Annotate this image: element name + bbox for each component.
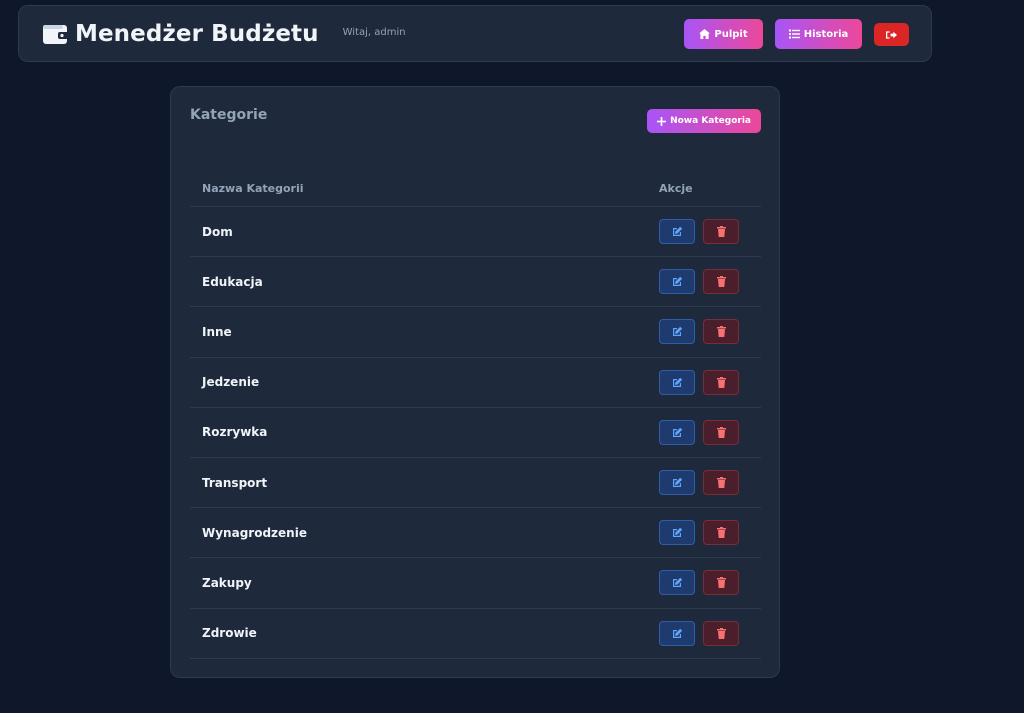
row-actions (659, 319, 739, 345)
table-row: Dom (190, 207, 761, 258)
trash-icon (716, 276, 726, 288)
trash-icon (716, 226, 726, 238)
history-button[interactable]: Historia (775, 19, 862, 49)
delete-button[interactable] (703, 219, 739, 245)
category-name: Edukacja (202, 274, 263, 289)
app-title: Menedżer Budżetu (75, 20, 319, 47)
categories-card: Kategorie Nowa Kategoria Nazwa Kategorii… (170, 86, 780, 678)
delete-button[interactable] (703, 570, 739, 596)
row-actions (659, 620, 739, 646)
table-body: Dom Edukacja Inne Jedzenie Rozrywka Transport… (190, 207, 761, 659)
trash-icon (716, 577, 726, 589)
edit-icon (672, 477, 682, 488)
delete-button[interactable] (703, 269, 739, 295)
logout-button[interactable] (874, 23, 909, 46)
category-name: Jedzenie (202, 375, 260, 390)
trash-icon (716, 627, 726, 639)
new-category-label: Nowa Kategoria (670, 116, 751, 126)
logout-icon (886, 30, 897, 39)
table-row: Transport (190, 458, 761, 509)
plus-icon (657, 116, 667, 126)
column-header-actions: Akcje (659, 182, 693, 195)
row-actions (659, 269, 739, 295)
column-header-name: Nazwa Kategorii (202, 182, 304, 195)
category-name: Inne (202, 324, 232, 339)
table-row: Zakupy (190, 558, 761, 609)
category-name: Zakupy (202, 575, 252, 590)
trash-icon (716, 527, 726, 539)
category-name: Zdrowie (202, 626, 257, 641)
row-actions (659, 520, 739, 546)
wallet-icon (43, 24, 69, 44)
trash-icon (716, 376, 726, 388)
edit-icon (672, 528, 682, 538)
table-row: Zdrowie (190, 609, 761, 659)
row-actions (659, 470, 739, 496)
categories-table: Nazwa Kategorii Akcje Dom Edukacja Inne Jed… (190, 171, 761, 659)
edit-icon (672, 578, 682, 588)
edit-icon (672, 427, 682, 437)
edit-button[interactable] (659, 620, 695, 646)
navbar: Menedżer Budżetu Witaj, admin Pulpit His… (18, 5, 932, 62)
edit-button[interactable] (659, 570, 695, 596)
category-name: Wynagrodzenie (202, 525, 307, 540)
dashboard-label: Pulpit (714, 28, 748, 40)
edit-icon (672, 377, 682, 387)
table-row: Inne (190, 307, 761, 358)
home-icon (699, 29, 711, 39)
dashboard-button[interactable]: Pulpit (684, 19, 763, 49)
trash-icon (716, 326, 726, 338)
row-actions (659, 419, 739, 445)
list-icon (788, 29, 800, 39)
trash-icon (716, 477, 726, 489)
delete-button[interactable] (703, 520, 739, 546)
row-actions (659, 570, 739, 596)
delete-button[interactable] (703, 470, 739, 496)
table-row: Rozrywka (190, 408, 761, 458)
welcome-text: Witaj, admin (342, 27, 406, 38)
edit-button[interactable] (659, 269, 695, 295)
edit-button[interactable] (659, 419, 695, 445)
row-actions (659, 369, 739, 395)
edit-button[interactable] (659, 219, 695, 245)
delete-button[interactable] (703, 369, 739, 395)
new-category-button[interactable]: Nowa Kategoria (647, 109, 761, 133)
delete-button[interactable] (703, 319, 739, 345)
table-row: Wynagrodzenie (190, 508, 761, 559)
row-actions (659, 219, 739, 245)
table-header: Nazwa Kategorii Akcje (190, 171, 761, 207)
category-name: Rozrywka (202, 425, 268, 440)
table-row: Edukacja (190, 257, 761, 308)
edit-button[interactable] (659, 470, 695, 496)
trash-icon (716, 426, 726, 438)
edit-button[interactable] (659, 520, 695, 546)
edit-icon (672, 226, 682, 237)
history-label: Historia (803, 28, 849, 40)
category-name: Transport (202, 475, 268, 490)
edit-button[interactable] (659, 319, 695, 345)
edit-button[interactable] (659, 369, 695, 395)
nav-buttons: Pulpit Historia (684, 19, 909, 49)
table-row: Jedzenie (190, 358, 761, 408)
edit-icon (672, 628, 682, 638)
edit-icon (672, 327, 682, 337)
card-title: Kategorie (190, 107, 268, 123)
edit-icon (672, 277, 682, 287)
category-name: Dom (202, 224, 233, 239)
delete-button[interactable] (703, 419, 739, 445)
brand[interactable]: Menedżer Budżetu (43, 21, 319, 47)
delete-button[interactable] (703, 620, 739, 646)
